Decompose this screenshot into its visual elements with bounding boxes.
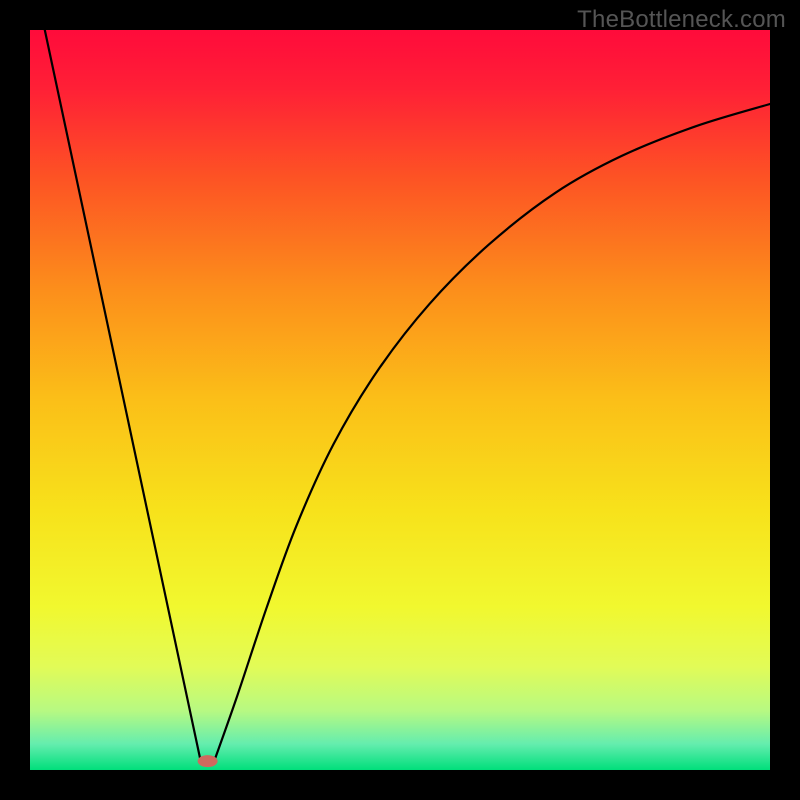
plot-area <box>30 30 770 770</box>
chart-svg <box>30 30 770 770</box>
chart-frame: TheBottleneck.com <box>0 0 800 800</box>
minimum-marker <box>198 755 218 767</box>
